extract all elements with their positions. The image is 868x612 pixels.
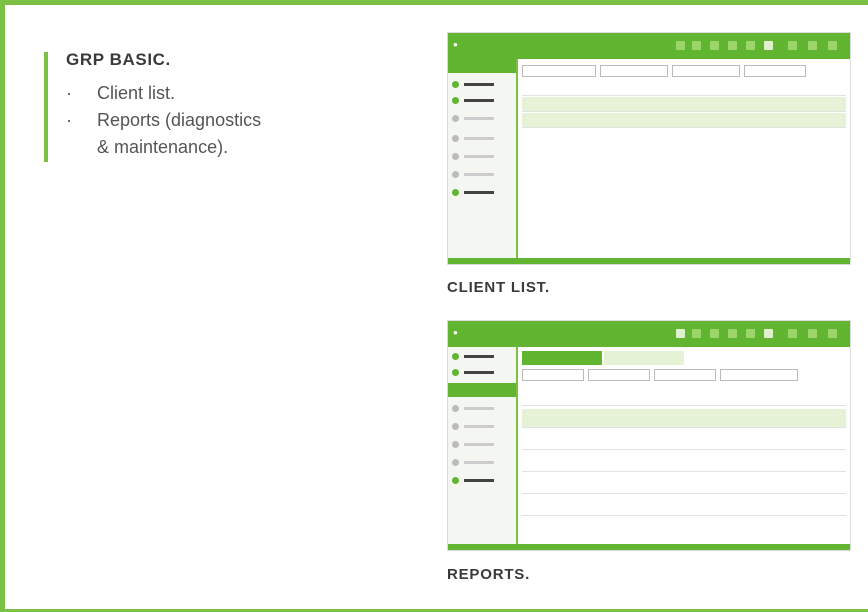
- client-list-screenshot: ●: [447, 32, 851, 265]
- table-row: [522, 497, 846, 516]
- filter-field: [720, 369, 798, 381]
- toolbar-icon: [710, 329, 719, 338]
- sidebar-item: [452, 441, 512, 449]
- bullet-icon: ·: [66, 83, 72, 103]
- app-logo-icon: ●: [453, 40, 458, 49]
- app-statusbar: [448, 258, 850, 264]
- app-sidebar: [448, 59, 518, 258]
- toolbar-icon: [676, 329, 685, 338]
- section-title: GRP BASIC.: [66, 50, 171, 69]
- sidebar-active-item: [448, 59, 516, 73]
- table-row: [522, 431, 846, 450]
- sidebar-item: [452, 81, 512, 89]
- sidebar-item: [452, 171, 512, 179]
- filter-field: [588, 369, 650, 381]
- bullet-icon: ·: [66, 110, 72, 130]
- app-sidebar: [448, 347, 518, 544]
- filter-field: [744, 65, 806, 77]
- toolbar-icon: [746, 41, 755, 50]
- table-row: [522, 409, 846, 428]
- sidebar-item: [452, 423, 512, 431]
- sidebar-item: [452, 353, 512, 361]
- toolbar-icon: [788, 329, 797, 338]
- toolbar-icon: [692, 41, 701, 50]
- tab: [604, 351, 684, 365]
- app-statusbar: [448, 544, 850, 550]
- client-list-caption: CLIENT LIST.: [447, 279, 550, 296]
- table-row: [522, 113, 846, 128]
- table-row: [522, 97, 846, 112]
- toolbar-icon: [728, 329, 737, 338]
- filter-field: [522, 65, 596, 77]
- toolbar-icon: [764, 41, 773, 50]
- app-main: [518, 59, 850, 258]
- sidebar-active-item: [448, 383, 516, 397]
- reports-caption: REPORTS.: [447, 566, 531, 583]
- sidebar-item: [452, 477, 512, 485]
- table-header: [522, 81, 846, 96]
- toolbar-icon: [728, 41, 737, 50]
- sidebar-item: [452, 459, 512, 467]
- toolbar-icon: [710, 41, 719, 50]
- app-main: [518, 347, 850, 544]
- filter-field: [600, 65, 668, 77]
- sidebar-item: [452, 115, 512, 123]
- toolbar-icon: [808, 329, 817, 338]
- table-row: [522, 475, 846, 494]
- sidebar-item: [452, 405, 512, 413]
- table-header: [522, 391, 846, 406]
- toolbar-icon: [692, 329, 701, 338]
- toolbar-icon: [788, 41, 797, 50]
- toolbar-icon: [828, 329, 837, 338]
- tab-active: [522, 351, 602, 365]
- filter-field: [654, 369, 716, 381]
- sidebar-item: [452, 189, 512, 197]
- toolbar-icon: [676, 41, 685, 50]
- reports-screenshot: ●: [447, 320, 851, 551]
- table-row: [522, 453, 846, 472]
- accent-bar: [44, 52, 48, 162]
- filter-field: [522, 369, 584, 381]
- list-item: · Client list.: [66, 80, 261, 107]
- list-item-continuation: & maintenance).: [97, 137, 229, 157]
- sidebar-item: [452, 135, 512, 143]
- list-item: · Reports (diagnostics: [66, 107, 261, 134]
- filter-field: [672, 65, 740, 77]
- sidebar-item: [452, 369, 512, 377]
- toolbar-icon: [828, 41, 837, 50]
- feature-list: · Client list. · Reports (diagnostics & ma…: [66, 80, 261, 161]
- sidebar-item: [452, 153, 512, 161]
- sidebar-item: [452, 97, 512, 105]
- toolbar-icon: [808, 41, 817, 50]
- toolbar-icon: [746, 329, 755, 338]
- app-toolbar: ●: [448, 321, 850, 347]
- toolbar-icon: [764, 329, 773, 338]
- app-logo-icon: ●: [453, 328, 458, 337]
- app-toolbar: ●: [448, 33, 850, 59]
